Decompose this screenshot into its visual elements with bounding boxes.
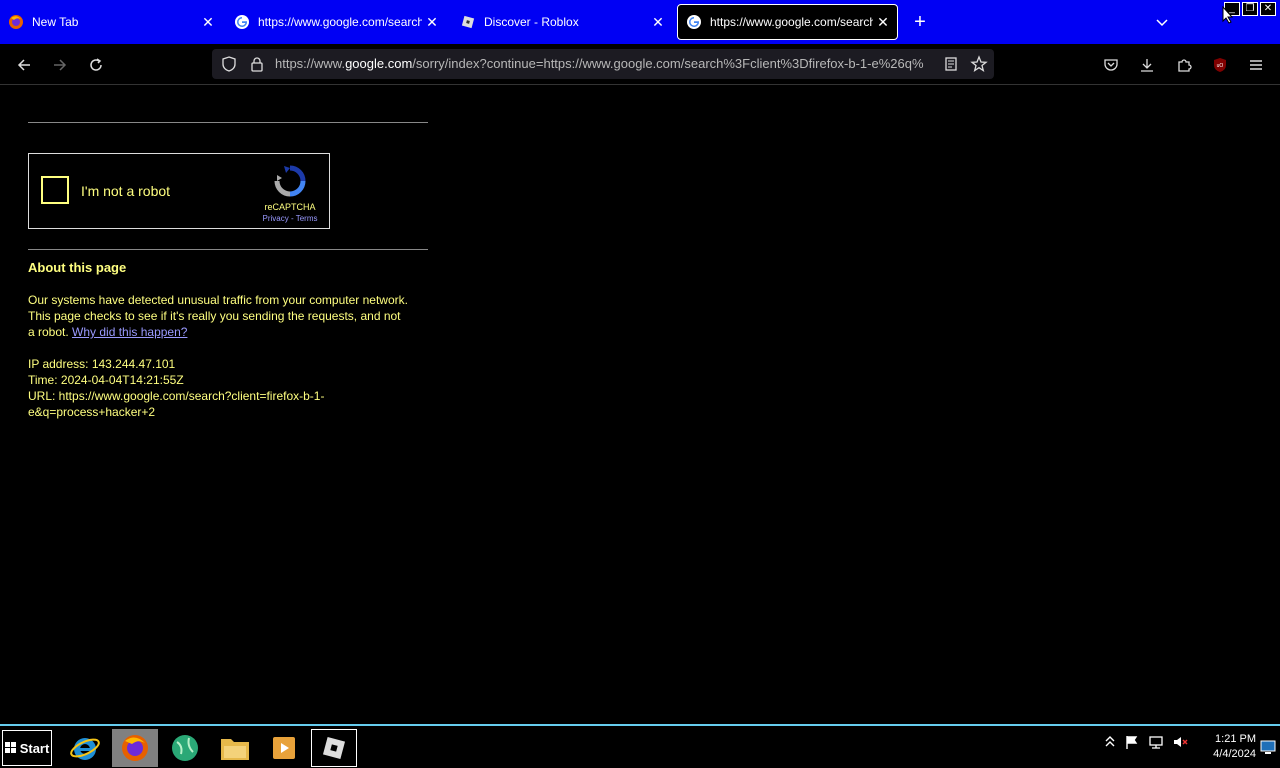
volume-muted-icon[interactable] [1172, 734, 1188, 750]
ip-address: IP address: 143.244.47.101 [28, 357, 176, 371]
start-label: Start [19, 740, 50, 756]
pocket-icon [1104, 59, 1118, 71]
taskbar-internet-explorer[interactable] [62, 729, 108, 767]
privacy-link[interactable]: Privacy [263, 214, 289, 223]
lock-icon[interactable] [249, 56, 265, 72]
arrow-left-icon [17, 59, 30, 71]
divider [28, 249, 428, 250]
clock[interactable]: 1:21 PM 4/4/2024 [1196, 732, 1256, 762]
tab-roblox[interactable]: Discover - Roblox ✕ [452, 4, 672, 40]
divider [28, 122, 428, 123]
request-info: IP address: 143.244.47.101 Time: 2024-04… [28, 356, 368, 420]
svg-text:uO: uO [1217, 63, 1224, 69]
page-content: I'm not a robot reCAPTCHA Privacy - Term… [0, 86, 1280, 724]
close-tab-icon[interactable]: ✕ [422, 12, 442, 32]
shield-icon[interactable] [221, 56, 237, 72]
link-separator: - [288, 214, 296, 223]
url-path: /sorry/index?continue=https://www.google… [412, 56, 924, 71]
tab-strip: New Tab ✕ https://www.google.com/search?… [0, 0, 1280, 44]
url-text[interactable]: https://www.google.com/sorry/index?conti… [275, 56, 935, 71]
internet-explorer-icon [70, 738, 100, 760]
folder-icon [221, 739, 249, 760]
reader-view-icon[interactable] [943, 56, 959, 72]
show-desktop-icon[interactable] [1260, 740, 1276, 754]
close-tab-icon[interactable]: ✕ [198, 12, 218, 32]
request-time: Time: 2024-04-04T14:21:55Z [28, 373, 184, 387]
tab-google-search-active[interactable]: https://www.google.com/search?c ✕ [677, 4, 898, 40]
clock-date: 4/4/2024 [1213, 748, 1256, 760]
downloads-button[interactable] [1135, 53, 1159, 77]
recaptcha-brand: reCAPTCHA [264, 202, 316, 212]
roblox-icon [322, 736, 346, 760]
arrow-right-icon [54, 59, 67, 71]
recaptcha-links: Privacy - Terms [255, 214, 325, 223]
action-center-flag-icon[interactable] [1124, 734, 1140, 750]
download-icon [1141, 59, 1153, 72]
ublock-icon: uO [1214, 58, 1226, 72]
chevron-down-icon [1156, 19, 1168, 27]
media-player-icon [273, 737, 295, 759]
close-tab-icon[interactable]: ✕ [873, 12, 893, 32]
roblox-icon [461, 15, 475, 29]
terms-link[interactable]: Terms [296, 214, 318, 223]
taskbar-file-explorer[interactable] [212, 729, 258, 767]
new-tab-button[interactable]: + [908, 10, 932, 34]
puzzle-icon [1178, 59, 1192, 72]
address-bar[interactable]: https://www.google.com/sorry/index?conti… [212, 49, 994, 79]
tab-new-tab[interactable]: New Tab ✕ [0, 4, 222, 40]
taskbar: Start 1:21 PM 4/4/2024 [0, 724, 1280, 768]
recaptcha-widget: I'm not a robot reCAPTCHA Privacy - Term… [28, 153, 330, 229]
recaptcha-checkbox[interactable] [41, 176, 69, 204]
bookmark-star-icon[interactable] [970, 55, 988, 73]
restore-button[interactable]: ❐ [1242, 2, 1258, 16]
extensions-button[interactable] [1172, 53, 1196, 77]
navigation-toolbar: https://www.google.com/sorry/index?conti… [0, 44, 1280, 85]
recaptcha-logo-icon [274, 165, 306, 197]
taskbar-roblox[interactable] [311, 729, 357, 767]
start-button[interactable]: Start [2, 730, 52, 766]
tab-title: Discover - Roblox [484, 15, 579, 29]
globe-icon [172, 735, 198, 761]
request-url: URL: https://www.google.com/search?clien… [28, 389, 325, 419]
pocket-button[interactable] [1099, 53, 1123, 77]
firefox-icon [9, 15, 23, 29]
google-icon [235, 15, 249, 29]
system-tray [1104, 734, 1188, 750]
url-prefix: https://www. [275, 56, 346, 71]
hamburger-menu-icon [1250, 60, 1262, 70]
tab-title: https://www.google.com/search?c [710, 15, 873, 29]
why-did-this-happen-link[interactable]: Why did this happen? [72, 325, 187, 339]
ublock-origin-button[interactable]: uO [1208, 53, 1232, 77]
network-icon[interactable] [1148, 734, 1164, 750]
windows-logo-icon [4, 742, 16, 753]
taskbar-globe-app[interactable] [162, 729, 208, 767]
list-all-tabs-button[interactable] [1150, 10, 1174, 34]
reload-button[interactable] [84, 53, 108, 77]
clock-time: 1:21 PM [1215, 733, 1256, 745]
reload-icon [90, 58, 102, 71]
tab-title: New Tab [32, 15, 79, 29]
forward-button[interactable] [48, 53, 72, 77]
taskbar-firefox[interactable] [112, 729, 158, 767]
show-hidden-icons-icon[interactable] [1104, 735, 1116, 749]
about-paragraph: Our systems have detected unusual traffi… [28, 292, 408, 340]
url-host: google.com [345, 56, 413, 71]
close-window-button[interactable]: ✕ [1260, 2, 1276, 16]
taskbar-media-player[interactable] [261, 729, 307, 767]
close-tab-icon[interactable]: ✕ [648, 12, 668, 32]
app-menu-button[interactable] [1244, 53, 1268, 77]
back-button[interactable] [12, 53, 36, 77]
firefox-icon [122, 735, 148, 761]
tab-title: https://www.google.com/search?c [258, 15, 422, 29]
about-heading: About this page [28, 260, 127, 275]
google-icon [687, 15, 701, 29]
tab-google-search[interactable]: https://www.google.com/search?c ✕ [226, 4, 446, 40]
mouse-cursor-icon [1222, 6, 1234, 24]
recaptcha-label: I'm not a robot [81, 183, 171, 199]
